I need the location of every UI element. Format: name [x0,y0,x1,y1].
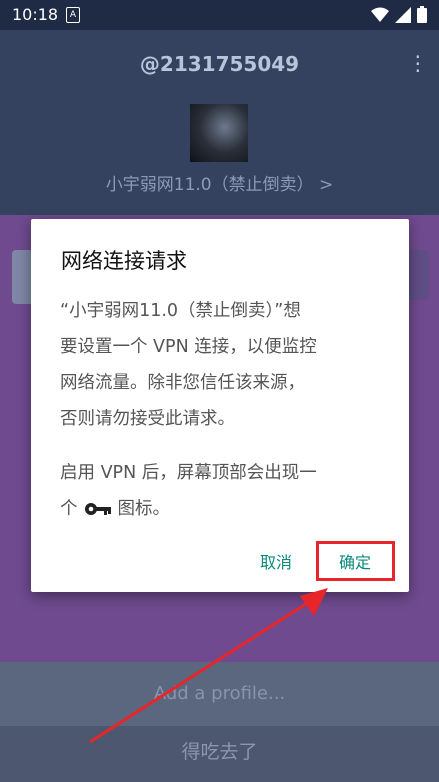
annotation-arrow [89,588,328,744]
